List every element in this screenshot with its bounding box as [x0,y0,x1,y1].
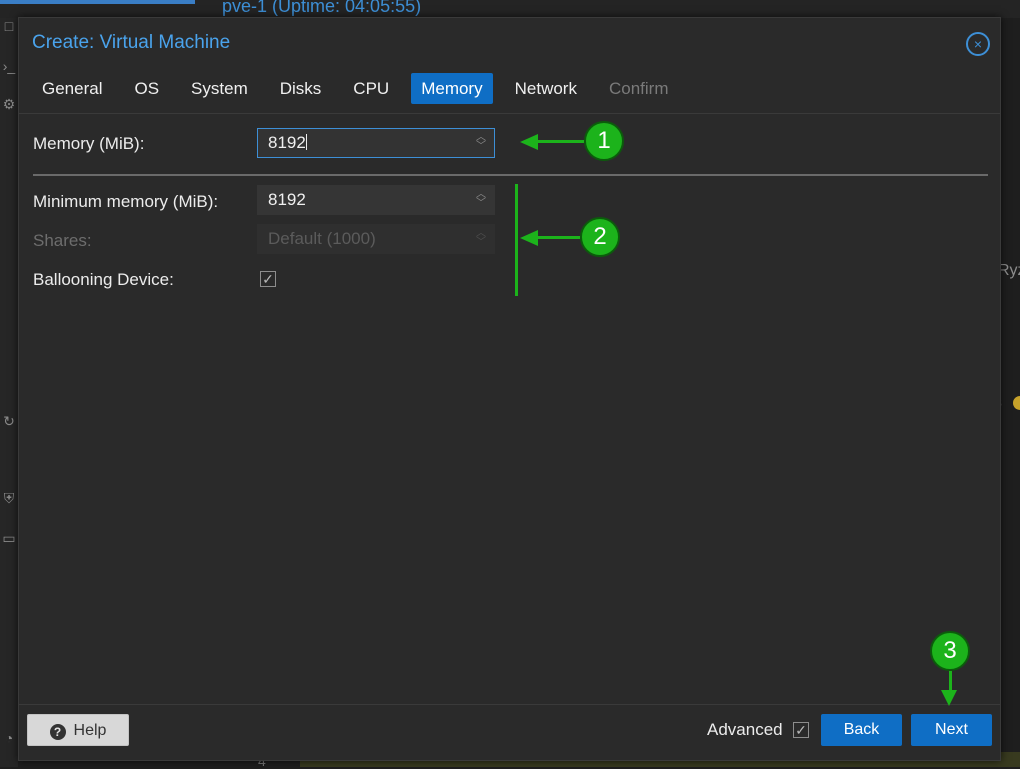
signal-icon[interactable]: ◔ [0,730,18,748]
footer-divider [19,704,1000,705]
help-icon: ? [49,724,66,740]
annotation-arrow-1-head [520,134,538,150]
annotation-marker-2: 2 [580,217,620,257]
annotation-arrow-3-head [941,690,957,706]
back-button[interactable]: Back [821,714,902,746]
annotation-arrow-1-line [536,140,584,143]
tab-general[interactable]: General [32,73,112,104]
refresh-icon[interactable]: ↻ [0,413,18,431]
shares-label: Shares: [33,231,92,250]
annotation-arrow-2-head [520,230,538,246]
memory-label: Memory (MiB): [33,134,145,153]
tab-disks[interactable]: Disks [270,73,332,104]
tab-network[interactable]: Network [505,73,587,104]
close-icon[interactable]: × [966,32,990,56]
annotation-marker-3: 3 [930,631,970,671]
annotation-bracket-2 [515,184,518,296]
advanced-label: Advanced [707,720,783,739]
shares-spin-icon: ︿ ﹀ [476,228,486,248]
tab-system[interactable]: System [181,73,258,104]
background-left-toolbar: □ ›_ ⚙ ↻ ⛨ ▭ ◔ [0,18,18,767]
minimum-memory-input[interactable]: 8192 ︿ ﹀ [257,185,495,215]
memory-spin-icon[interactable]: ︿ ﹀ [476,133,486,153]
help-label: Help [73,722,107,739]
background-active-tab-indicator [0,0,195,4]
drive-icon[interactable]: ▭ [0,530,18,548]
ballooning-device-label: Ballooning Device: [33,270,174,289]
background-status-dot [1013,396,1020,410]
annotation-marker-1: 1 [584,121,624,161]
minimum-memory-label: Minimum memory (MiB): [33,192,219,211]
create-vm-dialog: Create: Virtual Machine × General OS Sys… [18,17,1001,761]
shares-placeholder: Default (1000) [268,229,376,248]
memory-value: 8192 [268,133,306,152]
tab-memory[interactable]: Memory [411,73,493,104]
shield-icon[interactable]: ⛨ [0,490,18,508]
background-cpu-text: Ryz [998,262,1020,279]
help-button[interactable]: ? Help [27,714,129,746]
tab-cpu[interactable]: CPU [343,73,399,104]
memory-input[interactable]: 8192 ︿ ﹀ [257,128,495,158]
minimum-memory-spin-icon[interactable]: ︿ ﹀ [476,190,486,210]
tab-confirm: Confirm [608,79,669,98]
console-icon[interactable]: ›_ [0,58,18,76]
tab-os[interactable]: OS [124,73,169,104]
minimum-memory-value: 8192 [268,190,306,209]
tab-divider [19,113,1000,114]
gear-icon[interactable]: ⚙ [0,96,18,114]
wizard-tabs: General OS System Disks CPU Memory Netwo… [32,73,690,104]
next-button[interactable]: Next [911,714,992,746]
window-icon[interactable]: □ [0,18,18,36]
annotation-arrow-2-line [536,236,580,239]
ballooning-device-checkbox[interactable]: ✓ [260,271,276,287]
background-node-title: pve-1 (Uptime: 04:05:55) [222,0,422,16]
text-cursor [305,134,307,150]
advanced-separator [33,174,988,176]
dialog-title: Create: Virtual Machine [32,32,231,53]
shares-input: Default (1000) ︿ ﹀ [257,224,495,254]
advanced-checkbox[interactable]: ✓ [793,722,809,738]
